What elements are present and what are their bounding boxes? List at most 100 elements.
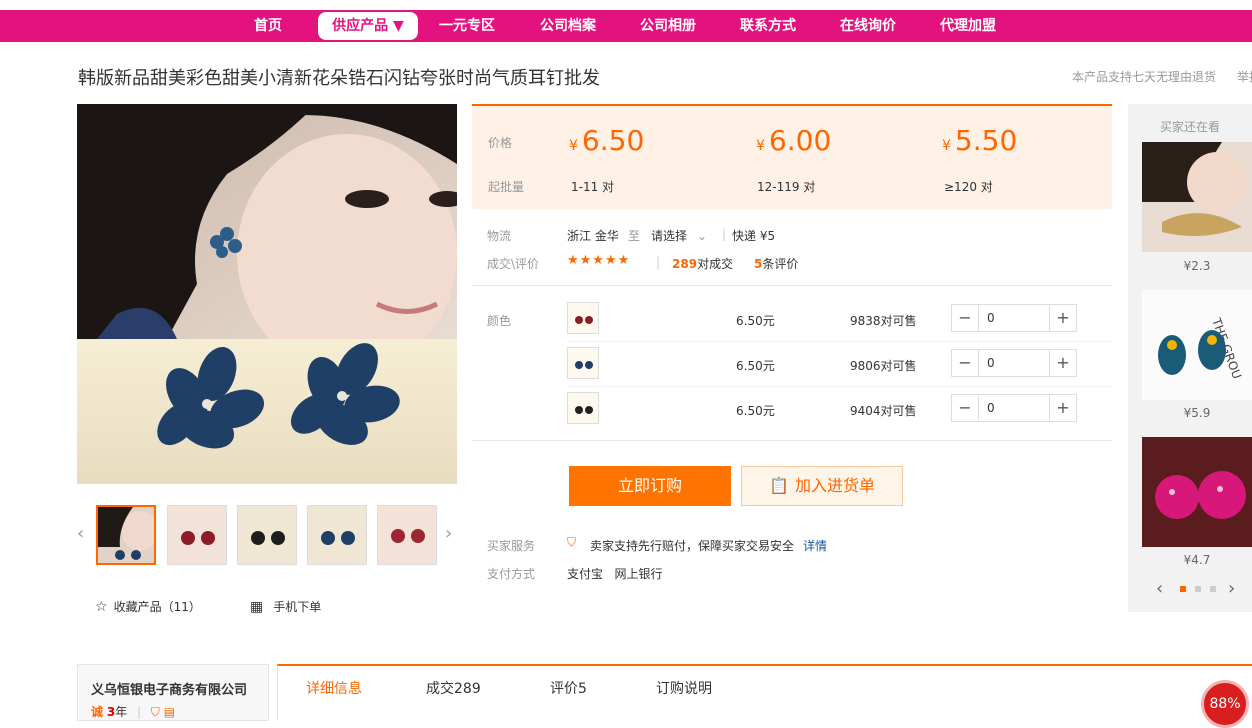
sku-thumbnail[interactable] <box>567 392 599 424</box>
order-now-button[interactable]: 立即订购 <box>569 466 731 506</box>
color-label: 颜色 <box>487 314 512 328</box>
recommend-item-image[interactable]: THE GROU <box>1142 290 1252 400</box>
price-value: 6.00 <box>768 124 832 157</box>
return-notice: 本产品支持七天无理由退货 <box>1072 70 1217 84</box>
price-label: 价格 <box>488 136 513 150</box>
price-panel: 价格 起批量 ¥6.50 ¥6.00 ¥5.50 1-11 对 12-119 对… <box>472 104 1112 209</box>
thumbnail[interactable] <box>307 505 367 565</box>
tab-deals[interactable]: 成交289 <box>426 678 481 698</box>
destination-select[interactable]: 请选择 ⌄ <box>651 227 707 244</box>
separator: | <box>722 227 727 241</box>
sidebar-next-icon[interactable]: › <box>1228 578 1235 599</box>
minus-button[interactable]: − <box>952 395 978 421</box>
pager-dot-active[interactable] <box>1180 586 1186 592</box>
years-number: 3 <box>106 705 116 719</box>
sku-thumbnail[interactable] <box>567 347 599 379</box>
nav-contact[interactable]: 联系方式 <box>730 10 806 42</box>
moq-tier-1: 1-11 对 <box>571 180 615 194</box>
sold-number: 289 <box>672 257 698 271</box>
chevron-down-icon: ⌄ <box>697 229 708 243</box>
recommend-item-image[interactable] <box>1142 437 1252 547</box>
cert-icon: 诚 <box>91 705 104 719</box>
quantity-input[interactable]: 0 <box>978 395 1050 421</box>
nav-company-profile[interactable]: 公司档案 <box>530 10 606 42</box>
moq-tier-2: 12-119 对 <box>757 180 816 194</box>
main-product-image <box>77 104 457 484</box>
price-tier-1: ¥6.50 <box>569 124 644 157</box>
nav-inquiry[interactable]: 在线询价 <box>830 10 906 42</box>
recommend-item-price: ¥4.7 <box>1183 553 1211 567</box>
clipboard-icon: 📋 <box>769 476 789 495</box>
sku-stock: 9838对可售 <box>850 314 917 328</box>
plus-button[interactable]: + <box>1050 350 1076 376</box>
favorite-label: 收藏产品（11） <box>113 600 201 614</box>
logistics-label: 物流 <box>487 229 512 243</box>
services-label: 买家服务 <box>487 539 536 553</box>
thumbnail-strip: ‹ › <box>77 503 457 567</box>
minus-button[interactable]: − <box>952 305 978 331</box>
sidebar-prev-icon[interactable]: ‹ <box>1156 578 1163 599</box>
nav-company-album[interactable]: 公司相册 <box>630 10 706 42</box>
nav-home[interactable]: 首页 <box>240 10 296 42</box>
services-detail-link[interactable]: 详情 <box>803 537 827 554</box>
sku-thumbnail[interactable] <box>567 302 599 334</box>
price-tier-2: ¥6.00 <box>756 124 831 157</box>
price-value: 5.50 <box>954 124 1018 157</box>
nav-one-yuan[interactable]: 一元专区 <box>428 10 506 42</box>
sku-stock: 9404对可售 <box>850 404 917 418</box>
thumbnail[interactable] <box>96 505 156 565</box>
add-to-cart-button[interactable]: 📋 加入进货单 <box>741 466 903 506</box>
minus-button[interactable]: − <box>952 350 978 376</box>
company-name[interactable]: 义乌恒银电子商务有限公司 <box>91 679 247 698</box>
years-unit: 年 <box>115 705 128 719</box>
plus-button[interactable]: + <box>1050 305 1076 331</box>
sku-price: 6.50元 <box>736 359 775 373</box>
recommend-item-image[interactable] <box>1142 142 1252 252</box>
recommend-sidebar: 买家还在看 ¥2.3 THE GROU ¥5.9 ¥4.7 ‹ › <box>1128 104 1252 612</box>
currency-symbol: ¥ <box>756 138 765 154</box>
qrcode-icon: ▦ <box>250 599 264 615</box>
nav-products[interactable]: 供应产品 ▼ <box>318 12 418 40</box>
separator: | <box>137 705 142 719</box>
star-outline-icon: ☆ <box>95 599 108 615</box>
thumbnail[interactable] <box>167 505 227 565</box>
add-to-cart-label: 加入进货单 <box>794 476 875 495</box>
currency-symbol: ¥ <box>942 138 951 154</box>
mobile-order-button[interactable]: ▦ 手机下单 <box>250 598 321 615</box>
company-years: 诚 3年 | ⛉ ▤ <box>91 703 175 720</box>
ship-to-label: 至 <box>628 229 641 243</box>
divider <box>472 285 1112 286</box>
tab-order-info[interactable]: 订购说明 <box>656 678 712 698</box>
tab-reviews[interactable]: 评价5 <box>550 678 587 698</box>
top-nav: 首页 供应产品 ▼ 一元专区 公司档案 公司相册 联系方式 在线询价 代理加盟 <box>0 10 1252 42</box>
shield-icon: ⛉ <box>567 535 577 549</box>
sku-price: 6.50元 <box>736 404 775 418</box>
ship-from: 浙江 金华 <box>567 229 619 243</box>
separator: | <box>656 255 661 269</box>
pager-dot[interactable] <box>1195 586 1201 592</box>
thumb-next-icon[interactable]: › <box>445 523 452 544</box>
recommend-item-price: ¥2.3 <box>1183 259 1211 273</box>
tab-detail[interactable]: 详细信息 <box>306 678 362 698</box>
pager-dot[interactable] <box>1210 586 1216 592</box>
quantity-input[interactable]: 0 <box>978 305 1050 331</box>
favorite-button[interactable]: ☆ 收藏产品（11） <box>95 598 201 615</box>
payment-methods: 支付宝 网上银行 <box>567 567 663 581</box>
thumbnail[interactable] <box>237 505 297 565</box>
quantity-stepper: − 0 + <box>951 304 1077 332</box>
destination-select-value: 请选择 <box>651 229 688 243</box>
sku-stock: 9806对可售 <box>850 359 917 373</box>
review-count[interactable]: 5条评价 <box>754 255 798 272</box>
plus-button[interactable]: + <box>1050 395 1076 421</box>
mobile-order-label: 手机下单 <box>273 600 322 614</box>
nav-agent[interactable]: 代理加盟 <box>930 10 1006 42</box>
moq-label: 起批量 <box>488 180 525 194</box>
thumbnail[interactable] <box>377 505 437 565</box>
thumb-prev-icon[interactable]: ‹ <box>77 523 84 544</box>
sku-price: 6.50元 <box>736 314 775 328</box>
quantity-input[interactable]: 0 <box>978 350 1050 376</box>
sold-count[interactable]: 289对成交 <box>672 255 733 272</box>
payment-label: 支付方式 <box>487 567 536 581</box>
moq-tier-3: ≥120 对 <box>944 180 993 194</box>
report-link[interactable]: 举报 <box>1237 68 1252 85</box>
